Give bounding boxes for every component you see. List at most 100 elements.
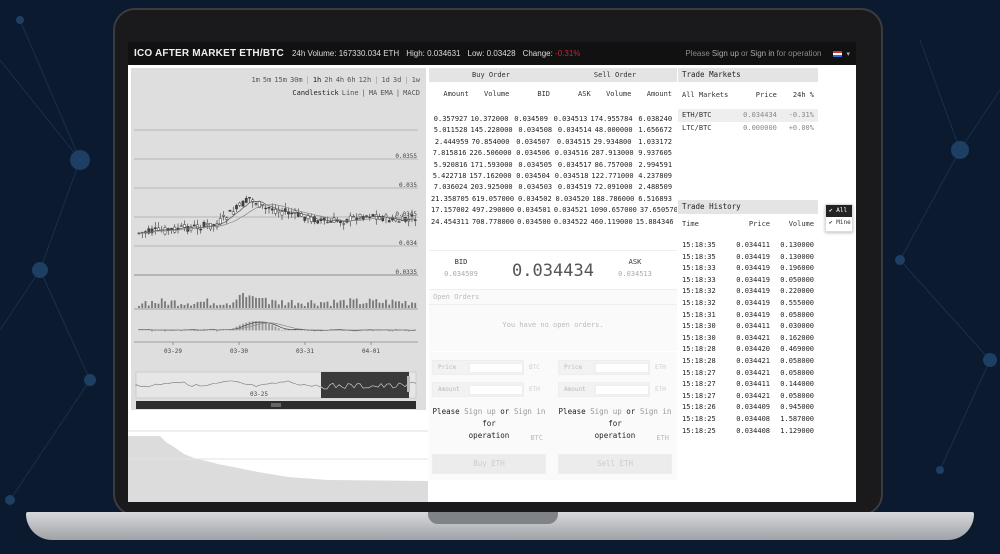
order-book-row[interactable]: 7.815816 226.506000 0.034506 0.034516 287.91… xyxy=(431,148,675,159)
order-book-cell: 0.034515 xyxy=(556,137,591,146)
open-orders-title: Open Orders xyxy=(429,290,677,305)
history-cell: 0.034421 xyxy=(736,368,770,377)
sell-price-input[interactable]: Price xyxy=(558,360,650,375)
volume-bar xyxy=(264,297,267,308)
order-book-row[interactable]: 17.157002 497.290000 0.034501 0.034521 1090.… xyxy=(431,205,677,216)
history-cell: 0.196000 xyxy=(780,264,814,273)
history-row: 15:18:35 0.034411 0.130000 xyxy=(678,240,818,252)
candle-body xyxy=(254,203,258,205)
interval-button-1w[interactable]: 1w xyxy=(412,76,420,84)
indicator-selector: Candlestick Line | MA EMA | MACD xyxy=(292,89,420,97)
volume-bar xyxy=(294,305,296,308)
candle-body xyxy=(413,219,417,221)
interval-button-15m[interactable]: 15m xyxy=(274,76,287,84)
sell-sign-up-link[interactable]: Sign up xyxy=(590,407,622,416)
history-cell: 1.587000 xyxy=(780,414,814,423)
history-row: 15:18:28 0.034420 0.469000 xyxy=(678,344,818,356)
sell-eth-button[interactable]: Sell ETH xyxy=(558,454,672,474)
price-chart-panel[interactable]: 0.0355 0.035 0.0345 0.034 0.0335 03-29 03-30 03… xyxy=(131,68,426,410)
order-book-row[interactable]: 21.358705 619.057000 0.034502 0.034520 188.7… xyxy=(431,194,675,205)
chevron-down-icon[interactable]: ▾ xyxy=(846,50,850,58)
candle-body xyxy=(290,212,294,215)
market-row-eth-btc[interactable]: ETH/BTC 0.034434 -0.31% xyxy=(678,109,818,122)
volume-bar xyxy=(173,300,176,308)
history-cell: 15:18:31 xyxy=(682,310,716,319)
order-book-cell: 1090.657000 xyxy=(590,206,637,215)
open-orders-empty: You have no open orders. xyxy=(502,321,604,329)
volume-bar xyxy=(251,296,254,308)
volume-bar xyxy=(157,303,160,308)
history-cell: 1.129000 xyxy=(780,426,814,435)
order-book-cell: 7.036024 xyxy=(433,183,468,192)
interval-button-1d[interactable]: 1d xyxy=(381,76,389,84)
filter-option-all[interactable]: ✔ All xyxy=(826,205,852,217)
order-book-row[interactable]: 5.920816 171.593000 0.034505 0.034517 86.757… xyxy=(431,160,675,171)
high-stat: High: 0.034631 xyxy=(406,49,461,58)
interval-button-1m[interactable]: 1m xyxy=(251,76,259,84)
order-book-cell: 0.034514 xyxy=(557,126,592,135)
sign-up-link[interactable]: Sign up xyxy=(712,49,739,58)
candle-body xyxy=(270,208,274,211)
buy-sign-up-link[interactable]: Sign up xyxy=(464,407,496,416)
sell-sign-in-link[interactable]: Sign in xyxy=(640,407,672,416)
order-book-row[interactable]: 5.422718 157.162000 0.034504 0.034518 122.77… xyxy=(431,171,675,182)
order-book-row[interactable]: 24.454311 708.778000 0.034500 0.034522 460.1… xyxy=(431,217,675,228)
order-book-cell: 0.034505 xyxy=(518,160,553,169)
interval-button-12h[interactable]: 12h xyxy=(359,76,372,84)
interval-button-1h[interactable]: 1h xyxy=(313,76,321,84)
indicator-macd-button[interactable]: MACD xyxy=(403,89,420,97)
interval-button-4h[interactable]: 4h xyxy=(336,76,344,84)
volume-bar xyxy=(281,300,283,308)
interval-button-5m[interactable]: 5m xyxy=(263,76,271,84)
price-axis-label: 0.034 xyxy=(399,240,417,247)
history-filter-dropdown[interactable]: ✔ All ✔ Mine xyxy=(825,204,853,232)
order-book-row[interactable]: 5.011528 145.228000 0.034508 0.034514 48.000… xyxy=(431,125,675,136)
buy-amount-input[interactable]: Amount xyxy=(432,382,524,397)
interval-button-6h[interactable]: 6h xyxy=(347,76,355,84)
history-row: 15:18:30 0.034421 0.162000 xyxy=(678,333,818,345)
sell-amount-input[interactable]: Amount xyxy=(558,382,650,397)
candlestick-chart[interactable]: 0.03550.0350.03450.0340.033503-29 03-30 03… xyxy=(131,68,426,410)
buy-eth-button[interactable]: Buy ETH xyxy=(432,454,546,474)
open-orders-panel: Open Orders You have no open orders. xyxy=(429,289,677,351)
order-book-cell: 24.454311 xyxy=(431,217,469,226)
order-book-row[interactable]: 7.036024 203.925000 0.034503 0.034519 72.091… xyxy=(431,182,675,193)
volume-bar xyxy=(196,302,199,308)
style-candlestick-button[interactable]: Candlestick xyxy=(292,89,338,97)
navigator-handle xyxy=(407,376,410,392)
order-book-cell: 10.372000 xyxy=(470,115,509,123)
language-flag-icon[interactable] xyxy=(833,50,843,57)
candle-body xyxy=(170,228,173,230)
buy-price-input[interactable]: Price xyxy=(432,360,524,375)
macd-bar xyxy=(284,329,287,331)
volume-bar xyxy=(242,292,244,308)
order-book-cell: 0.034502 xyxy=(517,194,552,203)
indicator-ema-button[interactable]: EMA xyxy=(380,89,393,97)
market-row-ltc-btc[interactable]: LTC/BTC 0.000000 +0.00% xyxy=(678,122,818,135)
history-cell: 15:18:25 xyxy=(682,426,716,435)
macd-line xyxy=(138,321,416,331)
order-book: Buy Order Sell Order Amount Volume BID ASK… xyxy=(429,68,677,248)
indicator-ma-button[interactable]: MA xyxy=(369,89,377,97)
order-book-cell: 174.955784 xyxy=(590,115,633,123)
buy-sign-in-link[interactable]: Sign in xyxy=(514,407,546,416)
volume-bar xyxy=(323,302,326,308)
style-line-button[interactable]: Line xyxy=(342,89,359,97)
interval-separator: | xyxy=(305,76,310,84)
history-cell: 0.144000 xyxy=(780,380,814,389)
interval-button-2h[interactable]: 2h xyxy=(324,76,332,84)
sign-in-link[interactable]: Sign in xyxy=(750,49,774,58)
order-book-row[interactable]: 2.444959 70.854000 0.034507 0.034515 29.9348… xyxy=(431,137,675,148)
volume-bar xyxy=(365,302,368,308)
interval-button-3d[interactable]: 3d xyxy=(393,76,401,84)
interval-button-30m[interactable]: 30m xyxy=(290,76,303,84)
volume-bar xyxy=(193,303,196,308)
volume-bar xyxy=(355,298,358,308)
filter-option-mine[interactable]: ✔ Mine xyxy=(826,217,852,229)
history-cell: 0.034411 xyxy=(736,380,770,389)
history-cell: 15:18:35 xyxy=(682,241,716,249)
volume-bar xyxy=(411,302,413,308)
order-book-row[interactable]: 0.357927 10.372000 0.034509 0.034513 174.955… xyxy=(431,114,675,125)
volume-bar xyxy=(375,299,378,308)
candle-body xyxy=(235,205,238,210)
